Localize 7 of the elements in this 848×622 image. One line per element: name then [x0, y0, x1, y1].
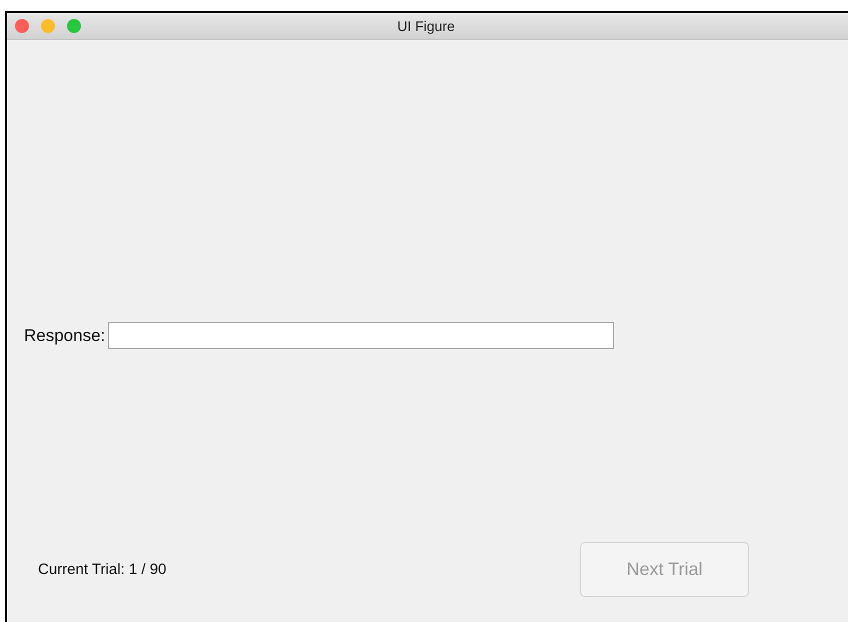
- response-field[interactable]: [108, 322, 614, 349]
- minimize-button[interactable]: [41, 19, 55, 33]
- response-label: Response:: [24, 326, 106, 346]
- close-button[interactable]: [15, 19, 29, 33]
- window-title: UI Figure: [397, 18, 455, 34]
- zoom-button[interactable]: [67, 19, 81, 33]
- trial-counter: Current Trial: 1 / 90: [38, 561, 168, 578]
